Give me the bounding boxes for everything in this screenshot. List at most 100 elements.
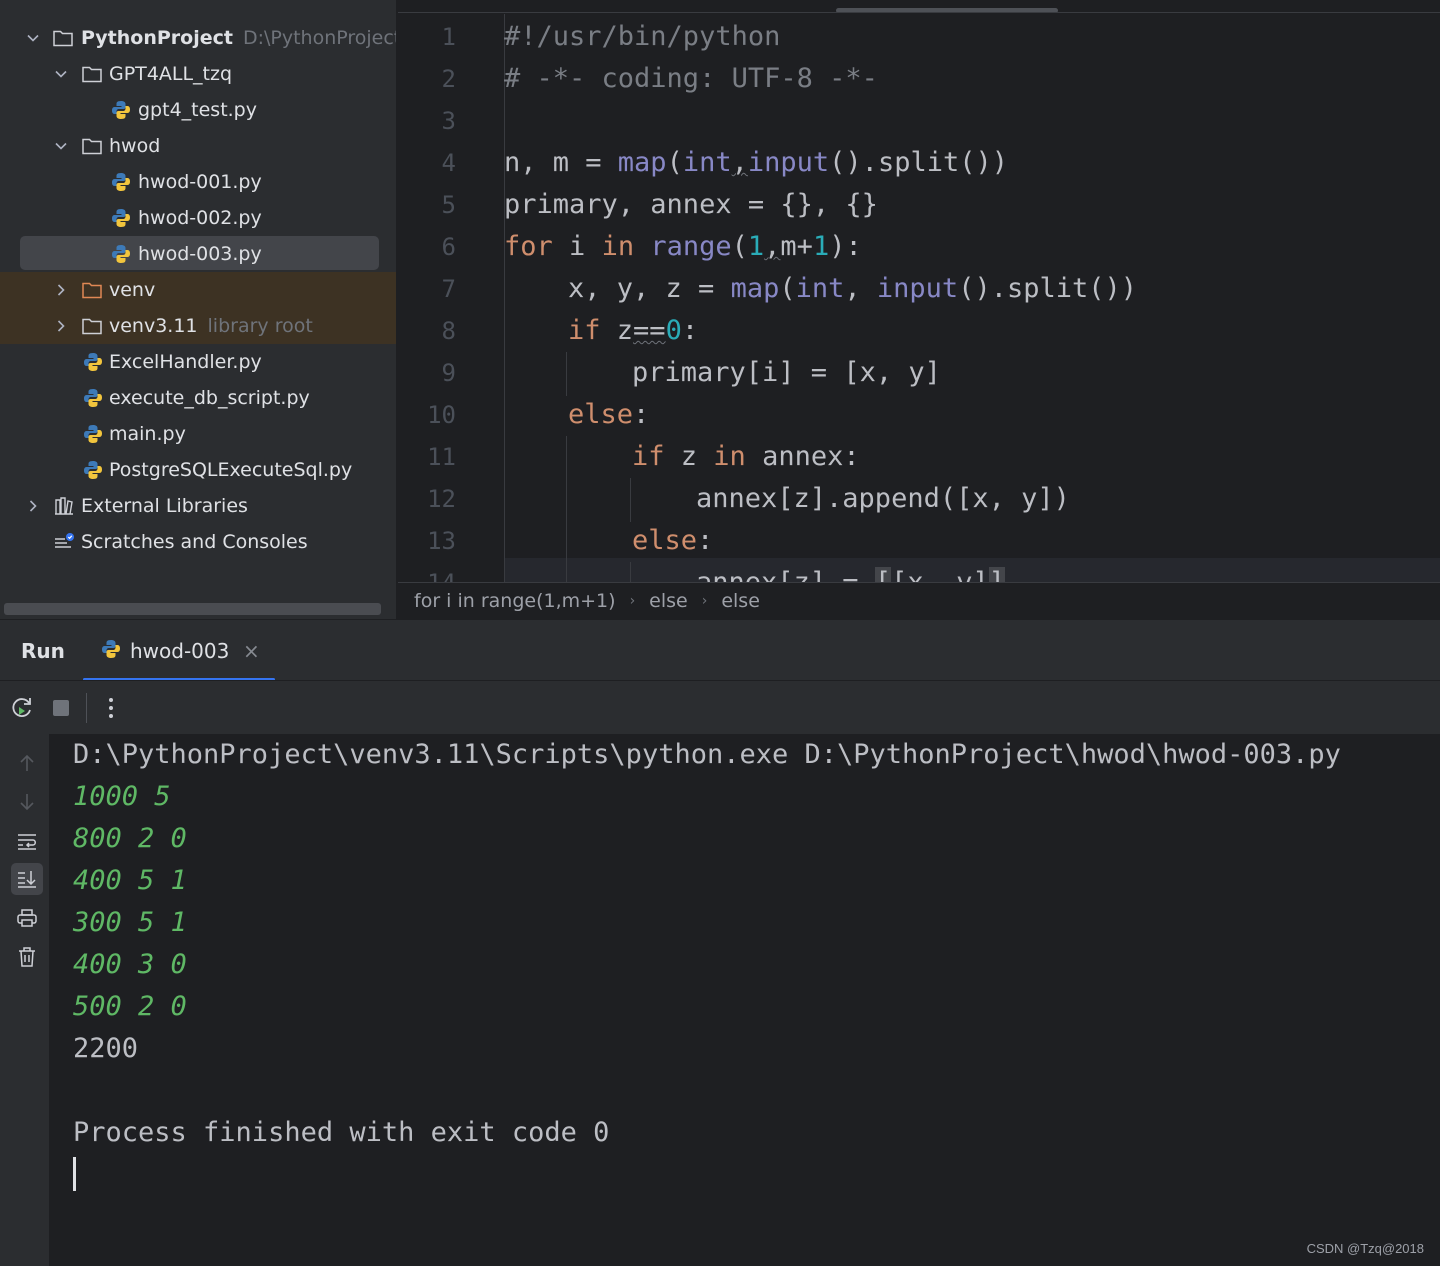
breadcrumb-item[interactable]: for i in range(1,m+1) [414, 590, 616, 612]
breadcrumb-item[interactable]: else [721, 590, 760, 612]
indent-guide [630, 478, 631, 522]
console-input-line: 400 5 1 [73, 865, 187, 896]
scroll-to-end-icon[interactable] [11, 863, 43, 895]
chevron-down-icon[interactable] [54, 67, 68, 81]
tree-item-hwod-003-py[interactable]: hwod-003.py [0, 236, 396, 272]
console-input-line: 800 2 0 [73, 823, 187, 854]
tree-item-gpt4-test-py[interactable]: gpt4_test.py [0, 92, 396, 128]
python-file-icon [82, 387, 104, 409]
line-number: 10 [427, 401, 456, 429]
console-input-line: 1000 5 [73, 781, 171, 812]
folder-icon [52, 27, 74, 49]
rerun-icon[interactable] [8, 694, 36, 722]
run-tab-label: hwod-003 [130, 639, 230, 663]
tree-item-hwod[interactable]: hwod [0, 128, 396, 164]
python-file-icon [110, 243, 132, 265]
tree-item-label: hwod [109, 135, 161, 157]
chevron-right-icon[interactable] [54, 283, 68, 297]
code-line-11: if z in annex: [632, 441, 860, 472]
watermark: CSDN @Tzq@2018 [1306, 1241, 1424, 1256]
tree-item-label: hwod-003.py [138, 243, 262, 265]
line-number: 2 [441, 65, 456, 93]
console-exit-message: Process finished with exit code 0 [73, 1117, 610, 1148]
trash-icon[interactable] [11, 941, 43, 973]
tree-item-label: ExcelHandler.py [109, 351, 262, 373]
code-line-5: primary, annex = {}, {} [504, 189, 878, 220]
tree-item-label: gpt4_test.py [138, 99, 257, 121]
tree-item-label: execute_db_script.py [109, 387, 310, 409]
line-number: 13 [427, 527, 456, 555]
tree-item-label: PostgreSQLExecuteSql.py [109, 459, 353, 481]
chevron-right-icon: › [701, 593, 708, 609]
code-line-1: #!/usr/bin/python [504, 21, 781, 52]
code-line-14: annex[z] = [[x, y]] [696, 562, 1005, 582]
line-number: 3 [441, 107, 456, 135]
run-tab-hwod-003[interactable]: hwod-003 × [83, 620, 275, 681]
horizontal-scrollbar[interactable] [4, 603, 381, 615]
chevron-down-icon[interactable] [54, 139, 68, 153]
more-icon[interactable] [97, 694, 125, 722]
code-editor[interactable]: 1 2 3 4 5 6 7 8 9 10 11 12 13 14 #!/usr/… [398, 0, 1440, 619]
run-console-output[interactable]: D:\PythonProject\venv3.11\Scripts\python… [51, 734, 1440, 1266]
close-icon[interactable]: × [243, 639, 260, 663]
tree-item-label: venv [109, 279, 156, 301]
excluded-folder-icon [81, 279, 103, 301]
chevron-right-icon[interactable] [54, 319, 68, 333]
folder-icon [81, 63, 103, 85]
tree-root-pythonproject[interactable]: PythonProject D:\PythonProject [0, 20, 397, 56]
scratches-icon [53, 531, 75, 553]
project-root-name: PythonProject [81, 27, 233, 49]
chevron-down-icon[interactable] [26, 31, 40, 45]
line-number: 5 [441, 191, 456, 219]
project-tool-window: PythonProject D:\PythonProject GPT4ALL_tz… [0, 0, 397, 619]
tree-item-venv[interactable]: venv [0, 272, 396, 308]
folder-icon [81, 315, 103, 337]
indent-guide [630, 562, 631, 582]
line-number: 11 [427, 443, 456, 471]
text-caret [73, 1157, 76, 1191]
line-number: 1 [441, 23, 456, 51]
chevron-right-icon: › [629, 593, 636, 609]
console-input-line: 500 2 0 [73, 991, 187, 1022]
console-input-line: 300 5 1 [73, 907, 187, 938]
toolbar-divider [86, 693, 87, 723]
run-toolbar [0, 680, 1440, 734]
tree-item-venv3-11[interactable]: venv3.11 library root [0, 308, 396, 344]
folder-icon [81, 135, 103, 157]
code-line-12: annex[z].append([x, y]) [696, 483, 1070, 514]
arrow-up-icon[interactable] [11, 747, 43, 779]
tree-item-excelhandler-py[interactable]: ExcelHandler.py [0, 344, 396, 380]
python-file-icon [101, 639, 123, 661]
code-line-7: x, y, z = map(int, input().split()) [568, 273, 1137, 304]
line-number: 7 [441, 275, 456, 303]
python-file-icon [110, 171, 132, 193]
console-output-line: 2200 [73, 1033, 139, 1064]
tree-item-gpt4all-tzq[interactable]: GPT4ALL_tzq [0, 56, 396, 92]
soft-wrap-icon[interactable] [11, 825, 43, 857]
run-tool-window-header: Run hwod-003 × [0, 619, 1440, 681]
project-root-path: D:\PythonProject [242, 27, 397, 49]
breadcrumb-item[interactable]: else [649, 590, 688, 612]
code-line-9: primary[i] = [x, y] [632, 357, 941, 388]
tree-item-label: GPT4ALL_tzq [109, 63, 233, 85]
tree-item-execute-db-script-py[interactable]: execute_db_script.py [0, 380, 396, 416]
tree-item-main-py[interactable]: main.py [0, 416, 396, 452]
arrow-down-icon[interactable] [11, 786, 43, 818]
python-file-icon [110, 99, 132, 121]
code-text-area[interactable]: #!/usr/bin/python # -*- coding: UTF-8 -*… [504, 14, 1440, 582]
tree-item-hwod-002-py[interactable]: hwod-002.py [0, 200, 396, 236]
tree-item-postgresqlexecutesql-py[interactable]: PostgreSQLExecuteSql.py [0, 452, 396, 488]
breadcrumb: for i in range(1,m+1) › else › else [398, 582, 1440, 619]
line-number: 6 [441, 233, 456, 261]
chevron-right-icon[interactable] [26, 499, 40, 513]
print-icon[interactable] [11, 902, 43, 934]
tree-item-label: Scratches and Consoles [81, 531, 308, 553]
code-line-6: for i in range(1,m+1): [504, 231, 862, 262]
console-command-line: D:\PythonProject\venv3.11\Scripts\python… [73, 739, 1341, 770]
tree-item-external-libraries[interactable]: External Libraries [0, 488, 396, 524]
tree-item-hwod-001-py[interactable]: hwod-001.py [0, 164, 396, 200]
stop-icon[interactable] [47, 694, 75, 722]
line-number-gutter: 1 2 3 4 5 6 7 8 9 10 11 12 13 14 [398, 14, 498, 597]
tree-item-label: External Libraries [81, 495, 248, 517]
tree-item-scratches-and-consoles[interactable]: Scratches and Consoles [0, 524, 396, 560]
